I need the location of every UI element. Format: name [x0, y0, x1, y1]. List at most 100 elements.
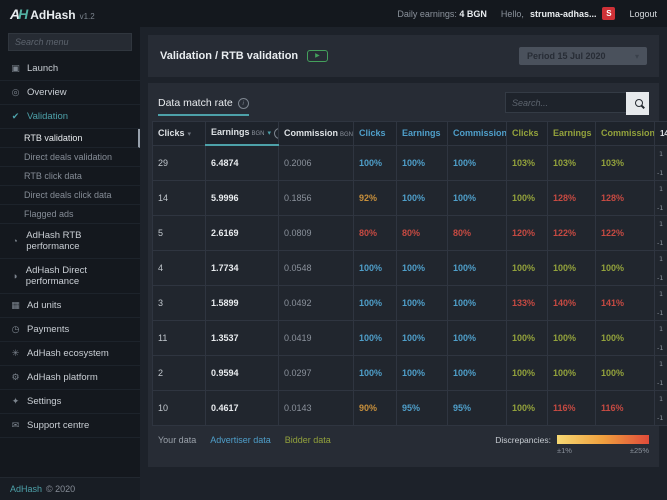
table-cell: 1.7734 — [206, 250, 279, 285]
adhash-logo[interactable]: AH AdHash v1.2 — [10, 6, 140, 22]
sidebar-item-payments[interactable]: ◷Payments — [0, 318, 140, 342]
col-header-clicks-bidder: Clicks — [507, 122, 548, 146]
sidebar-subitem-flagged-ads[interactable]: Flagged ads — [0, 205, 140, 224]
table-cell: 0.4617 — [206, 390, 279, 425]
sidebar-item-adhash-rtb-performance[interactable]: ◔AdHash RTB performance — [0, 224, 140, 259]
table-body: 296.48740.2006100%100%100%103%103%103%1-… — [153, 145, 667, 425]
table-cell: 80% — [448, 215, 507, 250]
table-cell: 0.0548 — [279, 250, 354, 285]
sidebar-item-validation[interactable]: ✔Validation — [0, 105, 140, 129]
col-header-earnings-bidder: Earnings — [548, 122, 596, 146]
daily-earnings: Daily earnings: 4 BGN — [397, 9, 487, 19]
sidebar-item-launch[interactable]: ▣Launch — [0, 57, 140, 81]
bidder-data-link[interactable]: Bidder data — [285, 435, 331, 445]
table-cell: 140% — [548, 285, 596, 320]
sidebar-item-adhash-platform[interactable]: ⚙AdHash platform — [0, 366, 140, 390]
gradient-bar — [557, 435, 649, 444]
svg-text:-1: -1 — [657, 344, 663, 351]
table-cell: 100% — [596, 355, 655, 390]
advertiser-data-link[interactable]: Advertiser data — [210, 435, 271, 445]
table-cell: 0.0297 — [279, 355, 354, 390]
svg-text:1: 1 — [659, 185, 663, 193]
table-cell: 0.2006 — [279, 145, 354, 180]
table-cell: 103% — [548, 145, 596, 180]
table-cell: 3 — [153, 285, 206, 320]
table-cell: 128% — [596, 180, 655, 215]
info-icon: i — [274, 128, 278, 139]
table-cell: 100% — [448, 320, 507, 355]
sidebar-subitem-rtb-validation[interactable]: RTB validation — [0, 129, 140, 148]
sidebar-item-adhash-direct-performance[interactable]: ◑ AdHash Direct performance — [0, 259, 140, 294]
sidebar-item-label: AdHash ecosystem — [27, 348, 109, 359]
main-content: Validation / RTB validation ▶ Period 15 … — [140, 27, 667, 500]
sidebar-search-input[interactable] — [8, 33, 132, 51]
data-match-table: Clicks▾EarningsBGN▾iCommissionBGN▾Clicks… — [152, 121, 667, 426]
table-cell: 11 — [153, 320, 206, 355]
footer-copyright: © 2020 — [46, 484, 75, 494]
sidebar-subitem-direct-deals-validation[interactable]: Direct deals validation — [0, 148, 140, 167]
col-header-clicks-you[interactable]: Clicks▾ — [153, 122, 206, 146]
table-cell: 95% — [448, 390, 507, 425]
sidebar-item-adhash-ecosystem[interactable]: ✳AdHash ecosystem — [0, 342, 140, 366]
svg-text:1: 1 — [659, 290, 663, 298]
table-search-input[interactable] — [505, 92, 626, 113]
discrepancy-sparkline: 1-1 — [655, 145, 667, 180]
legend-min: ±1% — [557, 446, 572, 455]
search-button[interactable] — [626, 92, 649, 115]
table-cell: 5 — [153, 215, 206, 250]
search-icon — [635, 99, 643, 107]
table-cell: 100% — [397, 145, 448, 180]
table-row: 296.48740.2006100%100%100%103%103%103%1-… — [153, 145, 667, 180]
table-cell: 1.3537 — [206, 320, 279, 355]
table-cell: 100% — [507, 320, 548, 355]
col-header-earnings-advertiser: Earnings — [397, 122, 448, 146]
table-cell: 2 — [153, 355, 206, 390]
col-header-earnings-you[interactable]: EarningsBGN▾i — [206, 122, 279, 146]
period-dropdown[interactable]: Period 15 Jul 2020 ▾ — [519, 47, 647, 65]
svg-text:-1: -1 — [657, 204, 663, 211]
svg-text:-1: -1 — [657, 274, 663, 281]
col-header-commission-advertiser: Commission — [448, 122, 507, 146]
table-cell: 6.4874 — [206, 145, 279, 180]
payments-icon: ◷ — [10, 324, 21, 335]
discrepancies-legend: Discrepancies: ±1% ±25% — [495, 435, 649, 455]
sort-caret-icon: ▾ — [268, 130, 272, 137]
table-row: 52.61690.080980%80%80%120%122%122%1-1 — [153, 215, 667, 250]
table-cell: 80% — [397, 215, 448, 250]
direct-performance-icon: ◑ — [10, 271, 20, 281]
table-cell: 100% — [448, 250, 507, 285]
table-cell: 2.6169 — [206, 215, 279, 250]
sidebar-item-label: AdHash platform — [27, 372, 98, 383]
footer-brand-link[interactable]: AdHash — [10, 484, 42, 494]
chevron-down-icon: ▾ — [635, 52, 639, 61]
sidebar-item-label: Settings — [27, 396, 61, 407]
support-icon: ✉ — [10, 420, 21, 431]
sidebar-subitem-rtb-click-data[interactable]: RTB click data — [0, 167, 140, 186]
svg-text:-1: -1 — [657, 379, 663, 386]
avatar[interactable]: S — [602, 7, 615, 20]
col-header-commission-bidder: Commission — [596, 122, 655, 146]
sidebar-item-label: AdHash Direct performance — [26, 265, 130, 287]
sidebar-item-support-centre[interactable]: ✉Support centre — [0, 414, 140, 438]
sidebar-item-label: Overview — [27, 87, 67, 98]
col-header-commission-you[interactable]: CommissionBGN▾ — [279, 122, 354, 146]
table-cell: 100% — [354, 250, 397, 285]
svg-text:1: 1 — [659, 220, 663, 228]
account-info[interactable]: Hello, struma-adhas... S — [501, 7, 616, 20]
sidebar-item-overview[interactable]: ◎Overview — [0, 81, 140, 105]
info-icon: i — [238, 98, 249, 109]
logout-button[interactable]: Logout — [629, 9, 657, 19]
table-cell: 0.1856 — [279, 180, 354, 215]
sidebar-item-settings[interactable]: ✦Settings — [0, 390, 140, 414]
play-button[interactable]: ▶ — [307, 50, 328, 62]
data-panel: Data match rate i Clicks▾EarningsBGN▾iCo… — [148, 83, 659, 467]
tab-data-match-rate[interactable]: Data match rate i — [158, 97, 249, 116]
svg-text:-1: -1 — [657, 239, 663, 246]
your-data-link[interactable]: Your data — [158, 435, 196, 445]
sidebar-subitem-direct-deals-click-data[interactable]: Direct deals click data — [0, 186, 140, 205]
table-cell: 100% — [507, 390, 548, 425]
col-header-clicks-advertiser: Clicks — [354, 122, 397, 146]
sidebar-item-ad-units[interactable]: ▦Ad units — [0, 294, 140, 318]
table-row: 111.35370.0419100%100%100%100%100%100%1-… — [153, 320, 667, 355]
app-window: AH AdHash v1.2 Daily earnings: 4 BGN Hel… — [0, 0, 667, 500]
